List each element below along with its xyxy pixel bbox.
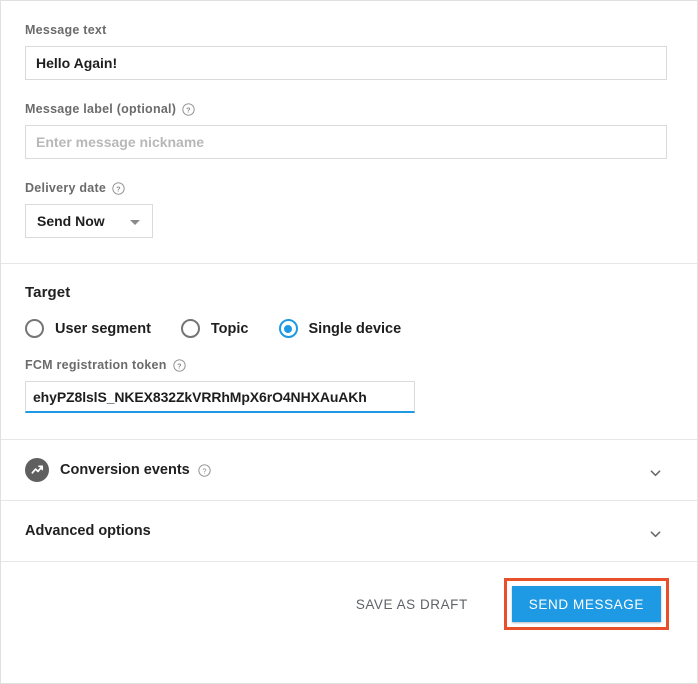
spacer bbox=[25, 159, 673, 181]
svg-text:?: ? bbox=[186, 105, 191, 114]
radio-circle-selected-icon bbox=[279, 319, 298, 338]
message-text-input[interactable] bbox=[25, 46, 667, 80]
svg-text:?: ? bbox=[177, 361, 182, 370]
help-circle-icon[interactable]: ? bbox=[198, 464, 211, 477]
conversion-events-row[interactable]: Conversion events ? bbox=[1, 440, 697, 501]
help-circle-icon[interactable]: ? bbox=[112, 182, 125, 195]
trending-up-circle-icon bbox=[25, 458, 49, 482]
radio-user-segment[interactable]: User segment bbox=[25, 319, 151, 338]
delivery-date-label-text: Delivery date bbox=[25, 181, 106, 195]
advanced-options-title: Advanced options bbox=[25, 523, 151, 539]
radio-circle-icon bbox=[25, 319, 44, 338]
delivery-date-label: Delivery date ? bbox=[25, 181, 673, 195]
advanced-options-row[interactable]: Advanced options bbox=[1, 501, 697, 562]
chevron-down-icon[interactable] bbox=[650, 527, 661, 538]
fcm-token-input[interactable] bbox=[25, 381, 415, 413]
target-radio-group: User segment Topic Single device bbox=[25, 319, 673, 338]
fcm-token-label: FCM registration token ? bbox=[25, 358, 673, 372]
send-message-button[interactable]: SEND MESSAGE bbox=[512, 586, 661, 622]
footer-actions: SAVE AS DRAFT SEND MESSAGE bbox=[1, 562, 697, 646]
svg-text:?: ? bbox=[116, 184, 121, 193]
compose-section: Message text Message label (optional) ? … bbox=[1, 1, 697, 264]
message-label-label-text: Message label (optional) bbox=[25, 102, 176, 116]
radio-user-segment-label: User segment bbox=[55, 321, 151, 337]
radio-topic-label: Topic bbox=[211, 321, 249, 337]
spacer bbox=[25, 80, 673, 102]
conversion-events-title: Conversion events bbox=[60, 462, 190, 478]
radio-single-device-label: Single device bbox=[309, 321, 402, 337]
radio-circle-icon bbox=[181, 319, 200, 338]
help-circle-icon[interactable]: ? bbox=[173, 359, 186, 372]
radio-topic[interactable]: Topic bbox=[181, 319, 249, 338]
delivery-date-select[interactable]: Send Now bbox=[25, 204, 153, 238]
target-section: Target User segment Topic Single device … bbox=[1, 264, 697, 440]
chevron-down-icon[interactable] bbox=[650, 466, 661, 477]
notification-composer-card: Message text Message label (optional) ? … bbox=[0, 0, 698, 684]
help-circle-icon[interactable]: ? bbox=[182, 103, 195, 116]
target-title: Target bbox=[25, 284, 673, 301]
message-label-input[interactable] bbox=[25, 125, 667, 159]
radio-single-device[interactable]: Single device bbox=[279, 319, 402, 338]
message-text-label: Message text bbox=[25, 23, 673, 37]
fcm-token-label-text: FCM registration token bbox=[25, 358, 167, 372]
message-text-label-text: Message text bbox=[25, 23, 107, 37]
svg-text:?: ? bbox=[202, 466, 206, 475]
delivery-date-value: Send Now bbox=[37, 205, 105, 237]
save-as-draft-button[interactable]: SAVE AS DRAFT bbox=[344, 587, 480, 622]
message-label-label: Message label (optional) ? bbox=[25, 102, 673, 116]
send-message-highlight: SEND MESSAGE bbox=[504, 578, 669, 630]
caret-down-icon bbox=[130, 220, 140, 225]
